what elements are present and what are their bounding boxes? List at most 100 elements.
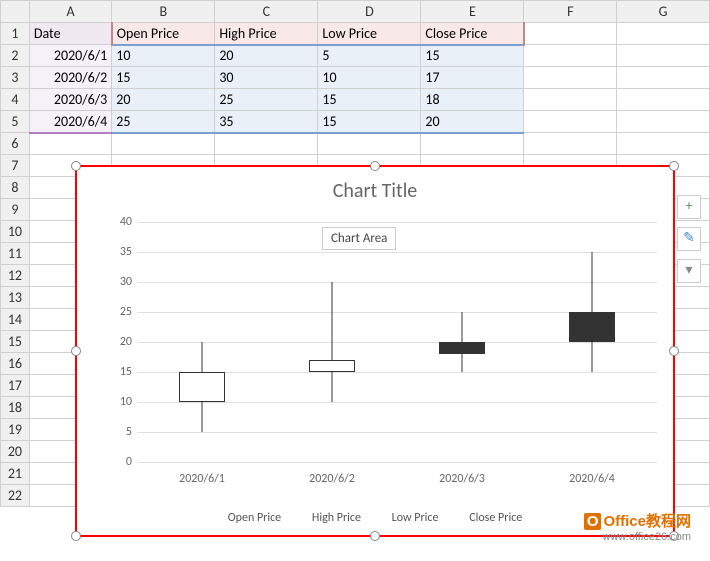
cell-F3[interactable] <box>524 67 617 89</box>
row-header-17[interactable]: 17 <box>1 375 30 397</box>
row-header-9[interactable]: 9 <box>1 199 30 221</box>
row-header-16[interactable]: 16 <box>1 353 30 375</box>
row-header-3[interactable]: 3 <box>1 67 30 89</box>
x-tick-label: 2020/6/4 <box>552 472 632 486</box>
row-header-7[interactable]: 7 <box>1 155 30 177</box>
candlestick[interactable] <box>297 222 367 462</box>
cell-F2[interactable] <box>524 45 617 67</box>
cell-F1[interactable] <box>524 23 617 45</box>
legend-close: Close Price <box>469 511 522 525</box>
y-tick-label: 25 <box>102 305 132 319</box>
cell-G4[interactable] <box>617 89 710 111</box>
row-header-2[interactable]: 2 <box>1 45 30 67</box>
cell-E3[interactable]: 17 <box>421 67 524 89</box>
row-header-10[interactable]: 10 <box>1 221 30 243</box>
row-header-12[interactable]: 12 <box>1 265 30 287</box>
chart-title[interactable]: Chart Title <box>77 167 673 209</box>
y-tick-label: 30 <box>102 275 132 289</box>
row-header-1[interactable]: 1 <box>1 23 30 45</box>
cell-E4[interactable]: 18 <box>421 89 524 111</box>
cell-B4[interactable]: 20 <box>112 89 215 111</box>
cell-C3[interactable]: 30 <box>215 67 318 89</box>
row-header-4[interactable]: 4 <box>1 89 30 111</box>
candlestick[interactable] <box>167 222 237 462</box>
cell-E5[interactable]: 20 <box>421 111 524 133</box>
gridline <box>137 462 657 463</box>
cell-F5[interactable] <box>524 111 617 133</box>
cell-A3[interactable]: 2020/6/2 <box>29 67 111 89</box>
col-header-F[interactable]: F <box>524 1 617 23</box>
cell-D2[interactable]: 5 <box>318 45 421 67</box>
resize-handle-n[interactable] <box>370 161 380 171</box>
col-header-E[interactable]: E <box>421 1 524 23</box>
candlestick[interactable] <box>427 222 497 462</box>
watermark: OOffice教程网 www.office26.com <box>584 510 691 543</box>
row-header-20[interactable]: 20 <box>1 441 30 463</box>
row-header-6[interactable]: 6 <box>1 133 30 155</box>
legend-open: Open Price <box>228 511 281 525</box>
cell-A1[interactable]: Date <box>29 23 111 45</box>
cell-D1[interactable]: Low Price <box>318 23 421 45</box>
cell-C5[interactable]: 35 <box>215 111 318 133</box>
cell-A2[interactable]: 2020/6/1 <box>29 45 111 67</box>
row-header-22[interactable]: 22 <box>1 485 30 507</box>
resize-handle-nw[interactable] <box>71 161 81 171</box>
legend-high: High Price <box>312 511 361 525</box>
resize-handle-s[interactable] <box>370 531 380 541</box>
x-tick-label: 2020/6/2 <box>292 472 372 486</box>
candlestick[interactable] <box>557 222 627 462</box>
cell-A5[interactable]: 2020/6/4 <box>29 111 111 133</box>
y-tick-label: 15 <box>102 365 132 379</box>
row-header-19[interactable]: 19 <box>1 419 30 441</box>
row-header-14[interactable]: 14 <box>1 309 30 331</box>
row-header-21[interactable]: 21 <box>1 463 30 485</box>
cell-D4[interactable]: 15 <box>318 89 421 111</box>
resize-handle-sw[interactable] <box>71 531 81 541</box>
cell-B5[interactable]: 25 <box>112 111 215 133</box>
y-tick-label: 35 <box>102 245 132 259</box>
y-tick-label: 40 <box>102 215 132 229</box>
resize-handle-e[interactable] <box>669 346 679 356</box>
y-tick-label: 5 <box>102 425 132 439</box>
col-header-B[interactable]: B <box>112 1 215 23</box>
cell-G3[interactable] <box>617 67 710 89</box>
cell-G5[interactable] <box>617 111 710 133</box>
row-header-11[interactable]: 11 <box>1 243 30 265</box>
chart-elements-button[interactable]: + <box>677 195 701 219</box>
cell-C1[interactable]: High Price <box>215 23 318 45</box>
y-tick-label: 0 <box>102 455 132 469</box>
resize-handle-ne[interactable] <box>669 161 679 171</box>
cell-C2[interactable]: 20 <box>215 45 318 67</box>
cell-C4[interactable]: 25 <box>215 89 318 111</box>
resize-handle-w[interactable] <box>71 346 81 356</box>
cell-D5[interactable]: 15 <box>318 111 421 133</box>
cell-B2[interactable]: 10 <box>112 45 215 67</box>
x-tick-label: 2020/6/1 <box>162 472 242 486</box>
cell-E2[interactable]: 15 <box>421 45 524 67</box>
cell-E1[interactable]: Close Price <box>421 23 524 45</box>
cell-G1[interactable] <box>617 23 710 45</box>
x-tick-label: 2020/6/3 <box>422 472 502 486</box>
col-header-A[interactable]: A <box>29 1 111 23</box>
col-header-D[interactable]: D <box>318 1 421 23</box>
row-header-13[interactable]: 13 <box>1 287 30 309</box>
chart-styles-button[interactable]: ✎ <box>677 227 701 251</box>
cell-B1[interactable]: Open Price <box>112 23 215 45</box>
row-header-8[interactable]: 8 <box>1 177 30 199</box>
cell-B3[interactable]: 15 <box>112 67 215 89</box>
col-header-C[interactable]: C <box>215 1 318 23</box>
cell-A4[interactable]: 2020/6/3 <box>29 89 111 111</box>
row-header-18[interactable]: 18 <box>1 397 30 419</box>
row-header-5[interactable]: 5 <box>1 111 30 133</box>
cell-G2[interactable] <box>617 45 710 67</box>
chart-filter-button[interactable]: ▾ <box>677 259 701 283</box>
cell-F4[interactable] <box>524 89 617 111</box>
legend-low: Low Price <box>392 511 439 525</box>
col-header-G[interactable]: G <box>617 1 710 23</box>
cell-D3[interactable]: 10 <box>318 67 421 89</box>
plot-area[interactable]: 05101520253035402020/6/12020/6/22020/6/3… <box>137 222 657 462</box>
chart-object[interactable]: + ✎ ▾ Chart Title Chart Area 05101520253… <box>75 165 675 537</box>
y-tick-label: 10 <box>102 395 132 409</box>
row-header-15[interactable]: 15 <box>1 331 30 353</box>
corner-cell[interactable] <box>1 1 30 23</box>
